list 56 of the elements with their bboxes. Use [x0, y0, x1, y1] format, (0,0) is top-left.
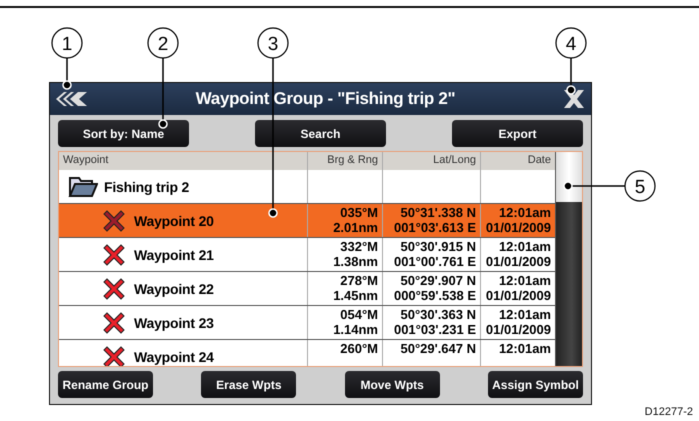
waypoint-row[interactable]: Waypoint 21 332°M 1.38nm 50°30'.915 N 001°00'.761 E 12:01am 01/01/2009 — [59, 238, 555, 272]
range-text: 1.14nm — [333, 322, 378, 337]
waypoint-name: Waypoint 23 — [134, 314, 214, 330]
toolbar-button[interactable]: Sort by: Name — [58, 120, 189, 147]
bearing-text: 278°M — [340, 273, 378, 288]
action-button[interactable]: Assign Symbol — [488, 371, 583, 398]
folder-icon — [68, 174, 98, 198]
time-text: 12:01am — [498, 239, 551, 254]
folder-row[interactable]: Fishing trip 2 — [59, 170, 555, 204]
time-text: 12:01am — [498, 307, 551, 322]
date-text: 01/01/2009 — [486, 322, 551, 337]
waypoint-row[interactable]: Waypoint 20 035°M 2.01nm 50°31'.338 N 001°03'.613 E 12:01am 01/01/2009 — [59, 204, 555, 238]
latitude-text: 50°29'.907 N — [400, 273, 476, 288]
waypoint-name: Waypoint 20 — [134, 212, 214, 228]
date-text: 01/01/2009 — [486, 288, 551, 303]
waypoint-row[interactable]: Waypoint 23 054°M 1.14nm 50°30'.363 N 001°03'.231 E 12:01am 01/01/2009 — [59, 306, 555, 340]
range-text: 1.38nm — [333, 254, 378, 269]
callout: 4 — [555, 27, 587, 95]
time-text: 12:01am — [498, 341, 551, 356]
bearing-text: 035°M — [340, 205, 378, 220]
window-title: Waypoint Group - "Fishing trip 2" — [196, 89, 456, 109]
column-header: Date — [526, 153, 552, 168]
latitude-text: 50°29'.647 N — [400, 341, 476, 356]
latitude-text: 50°30'.915 N — [400, 239, 476, 254]
action-button[interactable]: Erase Wpts — [201, 371, 296, 398]
action-button[interactable]: Rename Group — [58, 371, 153, 398]
bearing-text: 054°M — [340, 307, 378, 322]
bearing-text: 260°M — [340, 341, 378, 356]
range-text: 2.01nm — [333, 220, 378, 235]
waypoint-name: Waypoint 24 — [134, 348, 214, 364]
toolbar-button[interactable]: Export — [452, 120, 583, 147]
callout: 5 — [563, 170, 656, 202]
longitude-text: 000°59'.538 E — [394, 288, 476, 303]
date-text: 01/01/2009 — [486, 220, 551, 235]
waypoint-row[interactable]: Waypoint 22 278°M 1.45nm 50°29'.907 N 000°59'.538 E 12:01am 01/01/2009 — [59, 272, 555, 306]
bearing-text: 332°M — [340, 239, 378, 254]
date-text: 01/01/2009 — [486, 254, 551, 269]
latitude-text: 50°30'.363 N — [400, 307, 476, 322]
figure-code: D12277-2 — [644, 406, 693, 418]
latitude-text: 50°31'.338 N — [400, 205, 476, 220]
time-text: 12:01am — [498, 205, 551, 220]
longitude-text: 001°00'.761 E — [394, 254, 476, 269]
range-text: 1.45nm — [333, 288, 378, 303]
scroll-thumb[interactable] — [556, 152, 582, 202]
waypoint-name: Waypoint 22 — [134, 280, 214, 296]
time-text: 12:01am — [498, 273, 551, 288]
longitude-text: 001°03'.613 E — [394, 220, 476, 235]
callout: 1 — [51, 27, 83, 90]
action-button[interactable]: Move Wpts — [344, 371, 440, 398]
folder-name: Fishing trip 2 — [104, 178, 190, 194]
waypoint-name: Waypoint 21 — [134, 246, 214, 262]
callout: 2 — [147, 27, 179, 129]
scrollbar[interactable] — [555, 152, 582, 366]
longitude-text: 001°03'.231 E — [394, 322, 476, 337]
back-chevrons-icon[interactable] — [56, 92, 88, 106]
toolbar-button[interactable]: Search — [255, 120, 386, 147]
